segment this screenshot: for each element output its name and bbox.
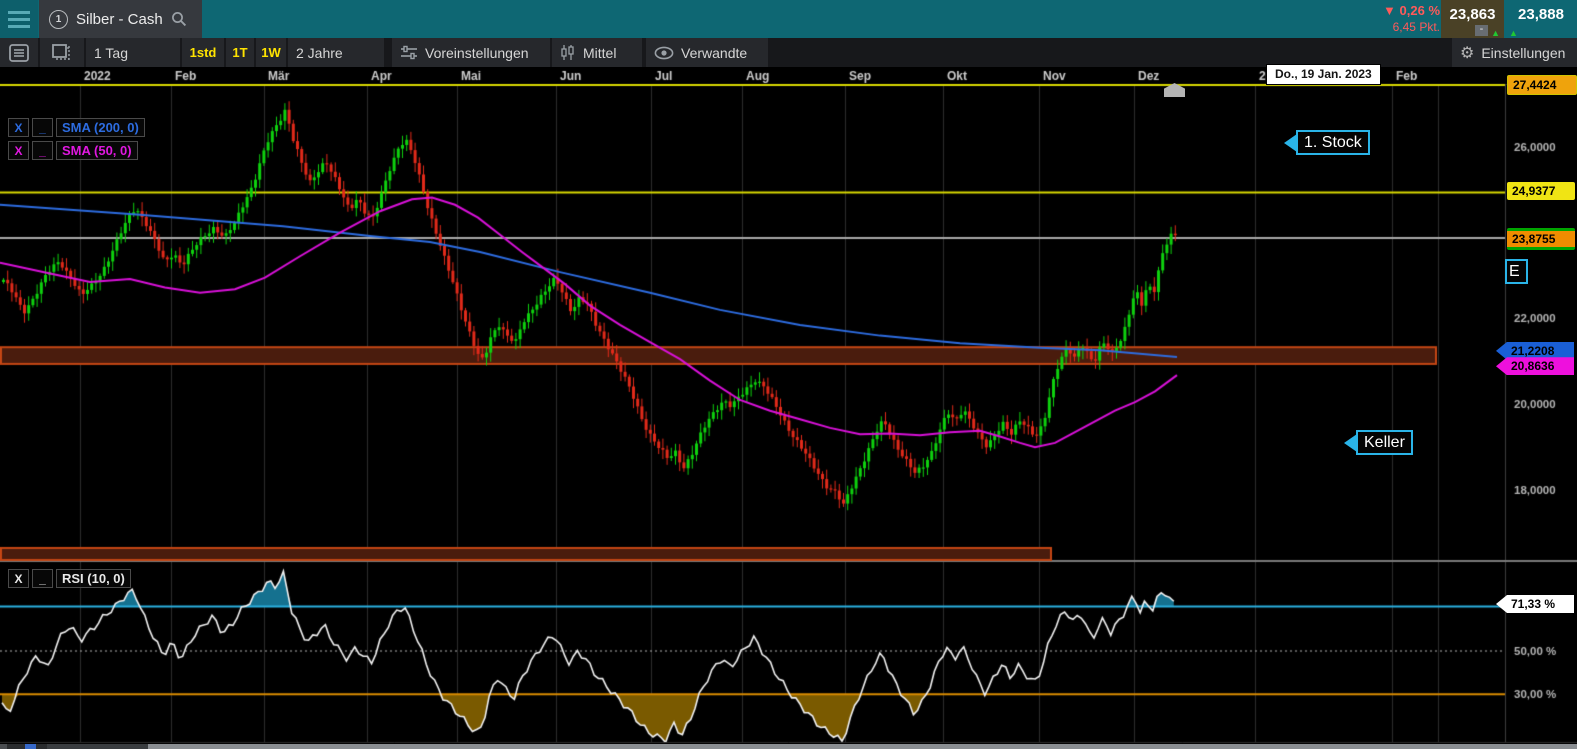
change-points: 6,45 Pkt. [1358,19,1440,36]
verwandte-button[interactable]: Verwandte [646,38,768,67]
instrument-number-badge: 1 [49,10,68,29]
scrollbar-segment[interactable] [7,744,25,749]
annotation-1-stock[interactable]: 1. Stock [1296,130,1370,155]
search-icon[interactable] [171,11,187,27]
sma200-close-button[interactable]: X [8,118,29,137]
sma50-legend-row: X _ SMA (50, 0) [8,141,138,160]
ask-price: 23,888 ▲ [1505,0,1577,38]
watchlist-icon[interactable] [0,38,38,67]
scrollbar-segment[interactable] [0,744,7,749]
chart-area[interactable]: X _ SMA (200, 0) X _ SMA (50, 0) X _ RSI… [0,67,1577,744]
price-chart-canvas[interactable] [0,67,1577,744]
instrument-title: Silber - Cash [76,11,163,28]
sma200-legend-row: X _ SMA (200, 0) [8,118,145,137]
rsi-minimize-button[interactable]: _ [32,569,53,588]
gear-icon: ⚙ [1460,43,1474,63]
current-price-badge: 23,8755 [1507,228,1575,250]
annotation-eg-clipped[interactable]: E [1505,259,1528,284]
date-tooltip: Do., 19 Jan. 2023 [1266,64,1381,85]
mittel-button[interactable]: Mittel [552,38,642,67]
timeframe-1t-button[interactable]: 1T [226,38,254,67]
timeframe-1std-button[interactable]: 1std [182,38,224,67]
scrollbar-thumb[interactable] [25,744,36,749]
sma200-value-badge: 21,2208 [1496,342,1574,360]
timeframe-1w-button[interactable]: 1W [256,38,286,67]
scrollbar-segment[interactable] [148,744,1577,749]
change-block: ▼ 0,26 % 6,45 Pkt. [1358,2,1440,36]
rsi-legend-row: X _ RSI (10, 0) [8,569,131,588]
rsi-legend-label[interactable]: RSI (10, 0) [56,569,131,588]
sma200-legend-label[interactable]: SMA (200, 0) [56,118,145,137]
scrollbar-segment[interactable] [47,744,148,749]
settings-button[interactable]: ⚙ Einstellungen [1452,38,1577,67]
hamburger-menu-icon[interactable] [0,0,38,38]
rsi-value-badge: 71,33 % [1496,595,1574,613]
presets-button[interactable]: Voreinstellungen [392,38,550,67]
sliders-icon [400,45,418,61]
layout-icon[interactable] [40,38,84,67]
scrollbar-segment[interactable] [36,744,47,749]
instrument-tab[interactable]: 1 Silber - Cash [39,0,202,38]
eye-icon [654,46,674,60]
change-percent: ▼ 0,26 % [1358,2,1440,19]
sma200-minimize-button[interactable]: _ [32,118,53,137]
bid-uptick-icon: ▲ [1491,29,1500,38]
level-badge-upper: 27,4424 [1507,75,1577,95]
rsi-close-button[interactable]: X [8,569,29,588]
candlestick-icon [560,44,576,61]
minimize-button[interactable]: - [1475,25,1488,36]
horizontal-scrollbar[interactable] [0,744,1577,749]
timeframe-current-button[interactable]: 1 Tag [86,38,180,67]
sma50-close-button[interactable]: X [8,141,29,160]
chart-toolbar: 1 Tag 1std 1T 1W 2 Jahre Voreinstellunge… [0,38,1577,67]
title-bar: 1 Silber - Cash ▼ 0,26 % 6,45 Pkt. 23,86… [0,0,1577,38]
sma50-minimize-button[interactable]: _ [32,141,53,160]
bid-price: 23,863 ▲ [1441,0,1504,38]
range-button[interactable]: 2 Jahre [288,38,384,67]
level-badge-resistance: 24,9377 [1507,182,1575,200]
annotation-keller[interactable]: Keller [1356,430,1413,455]
sma50-value-badge: 20,8636 [1496,357,1574,375]
ask-uptick-icon: ▲ [1509,29,1518,38]
sma50-legend-label[interactable]: SMA (50, 0) [56,141,138,160]
trading-app: 1 Silber - Cash ▼ 0,26 % 6,45 Pkt. 23,86… [0,0,1577,749]
